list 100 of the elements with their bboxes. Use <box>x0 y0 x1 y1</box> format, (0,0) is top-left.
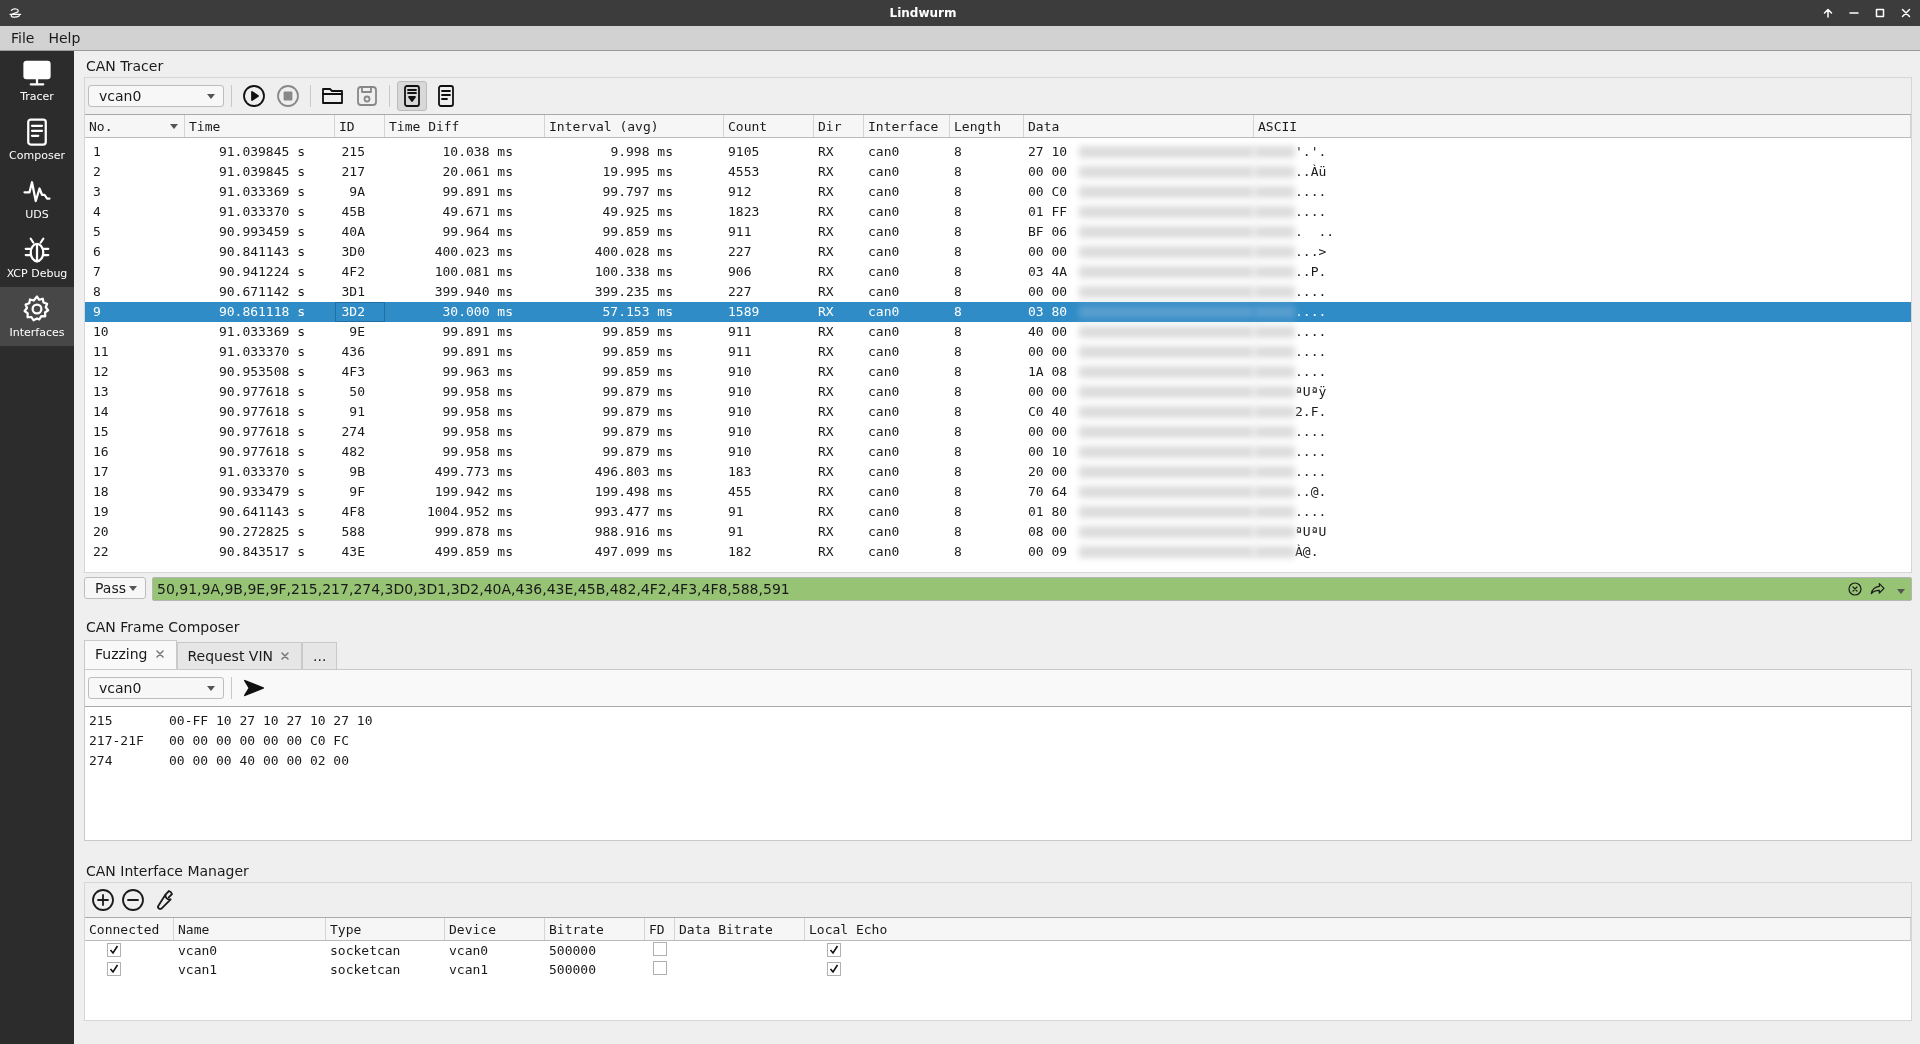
column-header[interactable]: Name <box>174 918 326 940</box>
bug-icon <box>22 235 52 265</box>
table-row[interactable]: 17 91.033370 s 9B 499.773 ms 496.803 ms 183 RX can0 8 20 00 .... <box>85 462 1911 482</box>
menu-item[interactable]: File <box>4 30 42 46</box>
column-header[interactable]: Local Echo <box>805 918 1911 940</box>
column-header[interactable]: Type <box>326 918 445 940</box>
table-row[interactable]: 9 90.861118 s 3D2 30.000 ms 57.153 ms 1589 RX can0 8 03 80 .... <box>85 302 1911 322</box>
checkbox[interactable] <box>653 961 667 975</box>
table-cell-text: 910 <box>727 423 753 441</box>
sidebar-item[interactable]: Interfaces <box>0 287 74 346</box>
table-row[interactable]: 18 90.933479 s 9F 199.942 ms 199.498 ms 455 RX can0 8 70 64 ..@. <box>85 482 1911 502</box>
table-cell-text: .... <box>1295 443 1327 461</box>
filter-mode-dropdown[interactable]: Pass <box>84 577 146 599</box>
column-header[interactable]: Device <box>445 918 545 940</box>
table-cell-text: 199.942 ms <box>433 483 514 501</box>
table-row[interactable]: 16 90.977618 s 482 99.958 ms 99.879 ms 910 RX can0 8 00 10 .... <box>85 442 1911 462</box>
table-cell-text: 910 <box>727 363 753 381</box>
table-cell-text: 3D1 <box>340 283 366 301</box>
checkbox[interactable] <box>107 943 121 957</box>
table-row[interactable]: 8 90.671142 s 3D1 399.940 ms 399.235 ms 227 RX can0 8 00 00 .... <box>85 282 1911 302</box>
table-cell: 500000 <box>549 962 596 977</box>
table-row[interactable]: 10 91.033369 s 9E 99.891 ms 99.859 ms 911 RX can0 8 40 00 .... <box>85 322 1911 342</box>
table-cell-text: 911 <box>727 323 753 341</box>
column-header[interactable]: Interface <box>864 115 950 137</box>
column-header[interactable]: No. <box>85 115 185 137</box>
table-cell-text: 8 <box>953 343 963 361</box>
sidebar-item[interactable]: XCP Debug <box>0 228 74 287</box>
table-cell-text: can0 <box>867 503 901 521</box>
table-cell-text: 99.859 ms <box>601 343 674 361</box>
tab[interactable]: ... <box>302 642 338 669</box>
table-cell-text: can0 <box>867 243 901 261</box>
checkbox[interactable] <box>827 943 841 957</box>
interface-dropdown[interactable]: vcan0 <box>88 85 224 107</box>
tab[interactable]: Request VIN <box>176 642 302 669</box>
table-cell-text: 1823 <box>727 203 761 221</box>
table-cell-text: 9B <box>348 463 366 481</box>
column-header[interactable]: Connected <box>85 918 174 940</box>
close-icon <box>1900 7 1912 19</box>
sidebar-item[interactable]: Composer <box>0 110 74 169</box>
table-cell-text: RX <box>817 503 835 521</box>
table-row[interactable]: 13 90.977618 s 50 99.958 ms 99.879 ms 910 RX can0 8 00 00 ªUªÿ <box>85 382 1911 402</box>
sidebar-item[interactable]: UDS <box>0 169 74 228</box>
table-row[interactable]: 12 90.953508 s 4F3 99.963 ms 99.859 ms 910 RX can0 8 1A 08 .... <box>85 362 1911 382</box>
sidebar-item[interactable]: Tracer <box>0 51 74 110</box>
column-header[interactable]: Dir <box>814 115 864 137</box>
frame-id: 215 <box>89 712 114 730</box>
column-header[interactable]: Data <box>1024 115 1254 137</box>
frame-editor[interactable]: 215 00-FF 10 27 10 27 10 27 10 217-21F 00 00 00 00 00 00 C0 FC 274 00 00 00 40 00 00 02 00 <box>85 706 1911 840</box>
menu-item[interactable]: Help <box>41 30 88 46</box>
table-cell-text: can0 <box>867 203 901 221</box>
table-cell-text: 910 <box>727 443 753 461</box>
table-cell-text: RX <box>817 363 835 381</box>
table-cell-text: 99.891 ms <box>441 183 514 201</box>
column-header[interactable]: Count <box>724 115 814 137</box>
table-row[interactable]: 14 90.977618 s 91 99.958 ms 99.879 ms 910 RX can0 8 C0 40 2.F. <box>85 402 1911 422</box>
table-row[interactable]: 15 90.977618 s 274 99.958 ms 99.879 ms 910 RX can0 8 00 00 .... <box>85 422 1911 442</box>
add-icon <box>91 888 115 912</box>
table-cell-text: 183 <box>727 463 753 481</box>
checkbox[interactable] <box>653 942 667 956</box>
tab[interactable]: Fuzzing <box>84 640 177 669</box>
table-cell-text: 91 <box>727 523 745 541</box>
column-header[interactable]: ASCII <box>1254 115 1911 137</box>
table-cell-text: ªUªÿ <box>1295 383 1327 401</box>
caret-icon <box>207 93 215 99</box>
interface-dropdown[interactable]: vcan0 <box>88 677 224 699</box>
table-row[interactable]: 6 90.841143 s 3D0 400.023 ms 400.028 ms 227 RX can0 8 00 00 ...> <box>85 242 1911 262</box>
column-header[interactable]: Time <box>185 115 335 137</box>
column-header[interactable]: Bitrate <box>545 918 645 940</box>
table-cell-text: 9E <box>348 323 366 341</box>
table-row[interactable]: 3 91.033369 s 9A 99.891 ms 99.797 ms 912 RX can0 8 00 C0 .... <box>85 182 1911 202</box>
table-cell-text: 496.803 ms <box>593 463 674 481</box>
table-row[interactable]: 20 90.272825 s 588 999.878 ms 988.916 ms 91 RX can0 8 08 00 ªUªU <box>85 522 1911 542</box>
table-row[interactable]: 7 90.941224 s 4F2 100.081 ms 100.338 ms 906 RX can0 8 03 4A ..P. <box>85 262 1911 282</box>
table-cell-text: .... <box>1295 183 1327 201</box>
table-cell-text: can0 <box>867 183 901 201</box>
column-header[interactable]: Time Diff <box>385 115 545 137</box>
column-header[interactable]: Length <box>950 115 1024 137</box>
checkbox[interactable] <box>107 962 121 976</box>
column-header[interactable]: Data Bitrate <box>675 918 805 940</box>
checkbox[interactable] <box>827 962 841 976</box>
table-cell-text: 1A 08 <box>1028 363 1068 381</box>
toolbar-button[interactable] <box>397 81 427 111</box>
column-header[interactable]: ID <box>335 115 385 137</box>
table-cell-text: 90.941224 s <box>217 263 306 281</box>
table-row[interactable]: 1 91.039845 s 215 10.038 ms 9.998 ms 9105 RX can0 8 27 10 '.'. <box>85 142 1911 162</box>
table-cell-text: 400.023 ms <box>433 243 514 261</box>
table-row[interactable]: 19 90.641143 s 4F8 1004.952 ms 993.477 ms 91 RX can0 8 01 80 .... <box>85 502 1911 522</box>
table-row[interactable]: 11 91.033370 s 436 99.891 ms 99.859 ms 911 RX can0 8 00 00 .... <box>85 342 1911 362</box>
table-cell-text: RX <box>817 283 835 301</box>
table-row[interactable]: 2 91.039845 s 217 20.061 ms 19.995 ms 4553 RX can0 8 00 00 ..Àü <box>85 162 1911 182</box>
filter-field[interactable]: 50,91,9A,9B,9E,9F,215,217,274,3D0,3D1,3D2,40A,436,43E,45B,482,4F2,4F3,4F8,588,591 <box>152 577 1912 601</box>
column-header[interactable]: Interval (avg) <box>545 115 724 137</box>
frame-data: 00-FF 10 27 10 27 10 27 10 <box>169 712 373 730</box>
table-cell-text: 8 <box>953 283 963 301</box>
table-cell-text: RX <box>817 243 835 261</box>
table-row[interactable]: 22 90.843517 s 43E 499.859 ms 497.099 ms 182 RX can0 8 00 09 À@. <box>85 542 1911 562</box>
column-header[interactable]: FD <box>645 918 675 940</box>
table-row[interactable]: 5 90.993459 s 40A 99.964 ms 99.859 ms 911 RX can0 8 BF 06 . .. <box>85 222 1911 242</box>
table-row[interactable]: 4 91.033370 s 45B 49.671 ms 49.925 ms 1823 RX can0 8 01 FF .... <box>85 202 1911 222</box>
table-cell-text: 3 <box>92 183 102 201</box>
